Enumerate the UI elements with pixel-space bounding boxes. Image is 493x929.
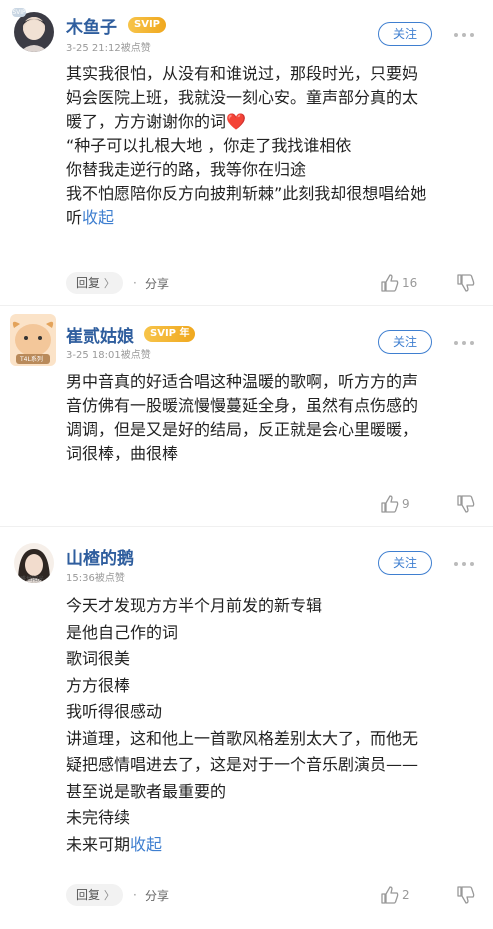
dislike-button[interactable] [456, 273, 476, 297]
reply-label: 回复 [76, 276, 101, 290]
comment-footer: 回复 〉 · 分享 16 [0, 272, 493, 296]
comment-line: 妈会医院上班，我就没一刻心安。童声部分真的太 [66, 88, 419, 107]
comment-line: “种子可以扎根大地 ，你走了我找谁相依 [66, 136, 352, 155]
comment-line: 甚至说是歌者最重要的 [66, 781, 227, 801]
comment-meta: 3-25 21:12被点赞 [66, 43, 151, 54]
follow-button[interactable]: 关注 [378, 551, 432, 575]
collapse-link[interactable]: 收起 [82, 208, 114, 227]
separator-dot: · [133, 276, 137, 290]
comment-line: 未完待续 [66, 808, 131, 827]
username[interactable]: 山楂的鹅 [66, 544, 134, 569]
comment-3: 盛世阳光 山楂的鹅 15:36被点赞 关注 今天才发现方方半个月前发的新专辑 是… [0, 527, 493, 927]
separator-dot: · [133, 888, 137, 902]
like-count: 2 [402, 888, 410, 902]
comment-footer: 9 [0, 493, 493, 517]
comment-1: SVIP 木鱼子 SVIP 3-25 21:12被点赞 关注 其实我很怕，从没有… [0, 0, 493, 300]
comment-line: 暖了，方方谢谢你的词❤️ [66, 112, 246, 131]
follow-button[interactable]: 关注 [378, 22, 432, 46]
comment-line: 疑把感情唱进去了，这是对于一个音乐剧演员—— [66, 755, 419, 774]
more-icon[interactable] [454, 30, 478, 40]
avatar[interactable]: 盛世阳光 [14, 543, 54, 583]
thumb-down-icon [457, 886, 475, 904]
svip-badge: SVIP [128, 17, 166, 33]
comment-meta: 15:36被点赞 [66, 573, 125, 584]
dislike-button[interactable] [456, 885, 476, 909]
collapse-link[interactable]: 收起 [130, 835, 162, 854]
comment-line: 我听得很感动 [66, 702, 163, 721]
svip-badge: SVIP 年 [144, 326, 196, 342]
username[interactable]: 木鱼子 [66, 13, 117, 38]
like-count: 16 [402, 276, 418, 290]
avatar[interactable] [14, 12, 54, 52]
avatar-caption: 盛世阳光 [20, 576, 45, 583]
comment-text: 其实我很怕，从没有和谁说过，那段时光，只要妈 妈会医院上班，我就没一刻心安。童声… [66, 62, 486, 230]
share-button[interactable]: 分享 [145, 275, 169, 292]
comment-line: 其实我很怕，从没有和谁说过，那段时光，只要妈 [66, 64, 419, 83]
more-icon[interactable] [454, 559, 478, 569]
like-count: 9 [402, 497, 410, 511]
chevron-right-icon: 〉 [103, 889, 115, 902]
comment-line: 未来可期收起 [66, 834, 163, 854]
username[interactable]: 崔贰姑娘 [66, 322, 134, 347]
thumb-down-icon [457, 274, 475, 292]
chevron-right-icon: 〉 [103, 277, 115, 290]
comment-line: 调调，但是又是好的结局，反正就是会心里暖暖， [66, 420, 419, 439]
comment-footer: 回复 〉 · 分享 2 [0, 884, 493, 908]
comment-line: 是他自己作的词 [66, 622, 179, 642]
reply-button[interactable]: 回复 〉 [66, 272, 123, 294]
comment-2: T4L系列 崔贰姑娘 SVIP 年 3-25 18:01被点赞 关注 男中音真的… [0, 306, 493, 526]
thumb-up-icon [381, 886, 399, 904]
reply-label: 回复 [76, 888, 101, 902]
avatar[interactable]: T4L系列 [10, 314, 56, 366]
avatar-image-icon [20, 19, 48, 52]
avatar-svip-badge: SVIP [12, 8, 26, 17]
comment-line: 男中音真的好适合唱这种温暖的歌啊，听方方的声 [66, 372, 419, 391]
comment-line: 歌词很美 [66, 649, 131, 668]
comment-line: 方方很棒 [66, 675, 131, 695]
reply-button[interactable]: 回复 〉 [66, 884, 123, 906]
comment-line: 我不怕愿陪你反方向披荆斩棘”此刻我却很想唱给她 [66, 184, 427, 203]
thumb-up-icon [381, 274, 399, 292]
heart-emoji: ❤️ [226, 112, 246, 131]
dislike-button[interactable] [456, 494, 476, 518]
follow-button[interactable]: 关注 [378, 330, 432, 354]
more-icon[interactable] [454, 338, 478, 348]
comment-line: 听收起 [66, 208, 115, 227]
comment-text: 男中音真的好适合唱这种温暖的歌啊，听方方的声 音仿佛有一股暖流慢慢蔓延全身，虽然… [66, 370, 486, 466]
comment-meta: 3-25 18:01被点赞 [66, 350, 151, 361]
comment-line: 讲道理，这和他上一首歌风格差别太大了，而他无 [66, 728, 419, 748]
comment-line: 你替我走逆行的路，我等你在归途 [66, 160, 307, 179]
comment-line: 音仿佛有一股暖流慢慢蔓延全身，虽然有点伤感的 [66, 396, 419, 415]
comment-text: 今天才发现方方半个月前发的新专辑 是他自己作的词 歌词很美 方方很棒 我听得很感… [66, 593, 486, 858]
thumb-up-icon [381, 495, 399, 513]
share-button[interactable]: 分享 [145, 887, 169, 904]
avatar-caption: T4L系列 [20, 356, 43, 363]
comment-line: 词很棒，曲很棒 [66, 444, 179, 463]
thumb-down-icon [457, 495, 475, 513]
comment-line: 今天才发现方方半个月前发的新专辑 [66, 596, 323, 615]
